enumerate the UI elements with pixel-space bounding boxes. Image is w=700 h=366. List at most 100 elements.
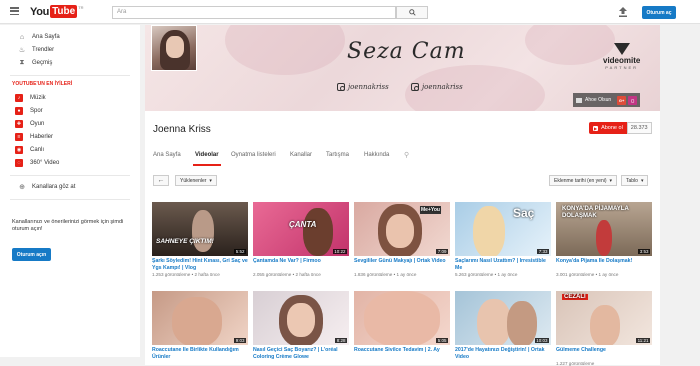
video-thumbnail[interactable]: CEZALI 11:21: [556, 291, 652, 345]
video-thumbnail[interactable]: Me+You 7:09: [354, 202, 450, 256]
tab-playlists[interactable]: Oynatma listeleri: [231, 152, 276, 158]
flame-icon: ♨: [18, 47, 26, 54]
video-thumbnail[interactable]: 9:03: [152, 291, 248, 345]
video-duration: 7:09: [436, 249, 448, 254]
sidebar-item-history[interactable]: ⧗ Geçmiş: [0, 57, 140, 69]
video-duration: 3:53: [638, 249, 650, 254]
subscribe-label[interactable]: Abone ol: [589, 122, 627, 134]
menu-icon[interactable]: [10, 7, 19, 15]
logo-text-tube: Tube: [50, 5, 78, 18]
google-plus-icon[interactable]: G+: [617, 95, 627, 105]
video-duration: 10:03: [534, 338, 549, 343]
signin-button[interactable]: Oturum aç: [642, 6, 676, 19]
thumbnail-text: SAHNEYE ÇIKTIM!: [156, 238, 214, 245]
sidebar-item-browse-channels[interactable]: ⊕ Kanallara göz at: [0, 181, 140, 193]
tab-home[interactable]: Ana Sayfa: [153, 152, 181, 158]
sponsor-logo: videomite PARTNER: [603, 43, 640, 70]
sidebar-item-home[interactable]: ⌂ Ana Sayfa: [0, 31, 140, 43]
sidebar-item-360[interactable]: ◌ 360° Video: [0, 157, 140, 169]
sidebar-item-sports[interactable]: ● Spor: [0, 105, 140, 117]
video-title[interactable]: Sevgililer Günü Makyajı | Ortak Video: [354, 258, 450, 271]
video-card[interactable]: SAHNEYE ÇIKTIM! 5:52 Şarkı Söyledim! Hin…: [152, 202, 248, 277]
subscribe-button[interactable]: Abone ol 28.373: [589, 122, 652, 134]
view-count: 5.263 görüntüleme: [455, 272, 494, 277]
video-card[interactable]: ÇANTA 10:22 Çantamda Ne Var? | Firmoo 2.…: [253, 202, 349, 277]
instagram-link-icon[interactable]: ◻: [628, 95, 638, 105]
view-dropdown[interactable]: Tablo: [621, 175, 649, 186]
tab-channels[interactable]: Kanallar: [290, 152, 312, 158]
video-title[interactable]: 2017'de Hayatınızı Değiştirin! | Ortak V…: [455, 347, 551, 360]
sidebar-item-label: Trendler: [32, 47, 55, 53]
360-icon: ◌: [15, 159, 23, 167]
uploads-dropdown[interactable]: Yüklenenler: [175, 175, 217, 186]
video-title[interactable]: Çantamda Ne Var? | Firmoo: [253, 258, 349, 271]
upload-age: 1 ay önce: [497, 272, 518, 277]
sidebar-item-news[interactable]: ≡ Haberler: [0, 131, 140, 143]
sidebar: ⌂ Ana Sayfa ♨ Trendler ⧗ Geçmiş YOUTUBE'UN …: [0, 25, 140, 357]
sidebar-item-trending[interactable]: ♨ Trendler: [0, 44, 140, 56]
channel-search-icon[interactable]: ⚲: [404, 151, 409, 159]
video-title[interactable]: Şarkı Söyledim! Hint Kınası, Gri Saç ve …: [152, 258, 248, 271]
channel-avatar[interactable]: [151, 25, 197, 71]
sponsor-name: videomite: [603, 56, 641, 65]
news-icon: ≡: [15, 133, 23, 141]
sponsor-subtitle: PARTNER: [605, 65, 639, 70]
video-card[interactable]: Saç 7:33 Saçlarımı Nasıl Uzattım? | Irre…: [455, 202, 551, 277]
video-card[interactable]: 9:03 Roaccutane İle Birlikte Kullandığım…: [152, 291, 248, 360]
sidebar-item-label: Kanallara göz at: [32, 184, 76, 190]
video-meta: 3.001 görüntüleme • 1 ay önce: [556, 272, 619, 277]
tab-videos[interactable]: Videolar: [195, 152, 219, 158]
video-thumbnail[interactable]: ÇANTA 10:22: [253, 202, 349, 256]
video-card[interactable]: CEZALI 11:21 Gülmeme Challenge 1.227 gör…: [556, 291, 652, 366]
video-title[interactable]: Saçlarımı Nasıl Uzattım? | Irresistible …: [455, 258, 551, 271]
about-link[interactable]: Ahoe Olsun: [576, 97, 611, 103]
video-card[interactable]: 5:05 Roaccutane Sivilce Tedavim | 2. Ay: [354, 291, 450, 360]
video-title[interactable]: Gülmeme Challenge: [556, 347, 652, 360]
video-title[interactable]: Roaccutane Sivilce Tedavim | 2. Ay: [354, 347, 450, 360]
back-arrow-icon[interactable]: ←: [153, 175, 169, 186]
video-card[interactable]: 8:28 Nasıl Geçici Saç Boyarız? | L'oréal…: [253, 291, 349, 360]
video-thumbnail[interactable]: KONYA'DA PİJAMAYLA DOLAŞMAK 3:53: [556, 202, 652, 256]
thumbnail-text: KONYA'DA PİJAMAYLA DOLAŞMAK: [562, 206, 629, 219]
search-button[interactable]: [396, 6, 428, 19]
video-title[interactable]: Nasıl Geçici Saç Boyarız? | L'oréal Colo…: [253, 347, 349, 360]
videomite-logo-icon: [613, 43, 630, 55]
video-thumbnail[interactable]: SAHNEYE ÇIKTIM! 5:52: [152, 202, 248, 256]
video-title[interactable]: Konya'da Pijama İle Dolaşmak!: [556, 258, 652, 271]
upload-icon[interactable]: [618, 6, 628, 18]
instagram-handle-text: joennakriss: [348, 83, 389, 91]
video-meta: 1.253 görüntüleme • 2 hafta önce: [152, 272, 220, 277]
banner-title: Seza Cam: [347, 39, 466, 64]
view-count: 1.227 görüntüleme: [556, 361, 595, 366]
channel-name[interactable]: Joenna Kriss: [153, 124, 211, 135]
channel-banner: Seza Cam joennakriss joennakriss videomi…: [145, 25, 660, 111]
video-card[interactable]: 10:03 2017'de Hayatınızı Değiştirin! | O…: [455, 291, 551, 360]
channel-tabs: Ana Sayfa Videolar Oynatma listeleri Kan…: [145, 149, 660, 166]
video-title[interactable]: Roaccutane İle Birlikte Kullandığım Ürün…: [152, 347, 248, 360]
video-thumbnail[interactable]: 8:28: [253, 291, 349, 345]
video-thumbnail[interactable]: 10:03: [455, 291, 551, 345]
sidebar-signin-button[interactable]: Oturum açın: [12, 248, 51, 261]
video-meta: 2.055 görüntüleme • 2 hafta önce: [253, 272, 321, 277]
youtube-logo[interactable]: You Tube TR: [30, 5, 84, 18]
sidebar-item-music[interactable]: ♪ Müzik: [0, 92, 140, 104]
thumbnail-text: CEZALI: [562, 294, 588, 300]
tab-about[interactable]: Hakkında: [364, 152, 389, 158]
signin-prompt: Kanallarınızı ve önerilerinizi görmek iç…: [12, 219, 124, 232]
sidebar-item-gaming[interactable]: ✚ Oyun: [0, 118, 140, 130]
video-card[interactable]: KONYA'DA PİJAMAYLA DOLAŞMAK 3:53 Konya'd…: [556, 202, 652, 277]
view-count: 2.055 görüntüleme: [253, 272, 292, 277]
sidebar-item-label: Haberler: [30, 134, 54, 140]
sort-dropdown[interactable]: Eklenme tarihi (en yeni): [549, 175, 618, 186]
video-duration: 9:03: [234, 338, 246, 343]
tab-discussion[interactable]: Tartışma: [326, 152, 349, 158]
video-card[interactable]: Me+You 7:09 Sevgililer Günü Makyajı | Or…: [354, 202, 450, 277]
search-input[interactable]: Ara: [112, 6, 396, 19]
sidebar-item-live[interactable]: ◉ Canlı: [0, 144, 140, 156]
video-thumbnail[interactable]: Saç 7:33: [455, 202, 551, 256]
gaming-icon: ✚: [15, 120, 23, 128]
divider: [10, 199, 130, 200]
video-thumbnail[interactable]: 5:05: [354, 291, 450, 345]
upload-age: 1 ay önce: [598, 272, 619, 277]
video-meta: 5.263 görüntüleme • 1 ay önce: [455, 272, 518, 277]
